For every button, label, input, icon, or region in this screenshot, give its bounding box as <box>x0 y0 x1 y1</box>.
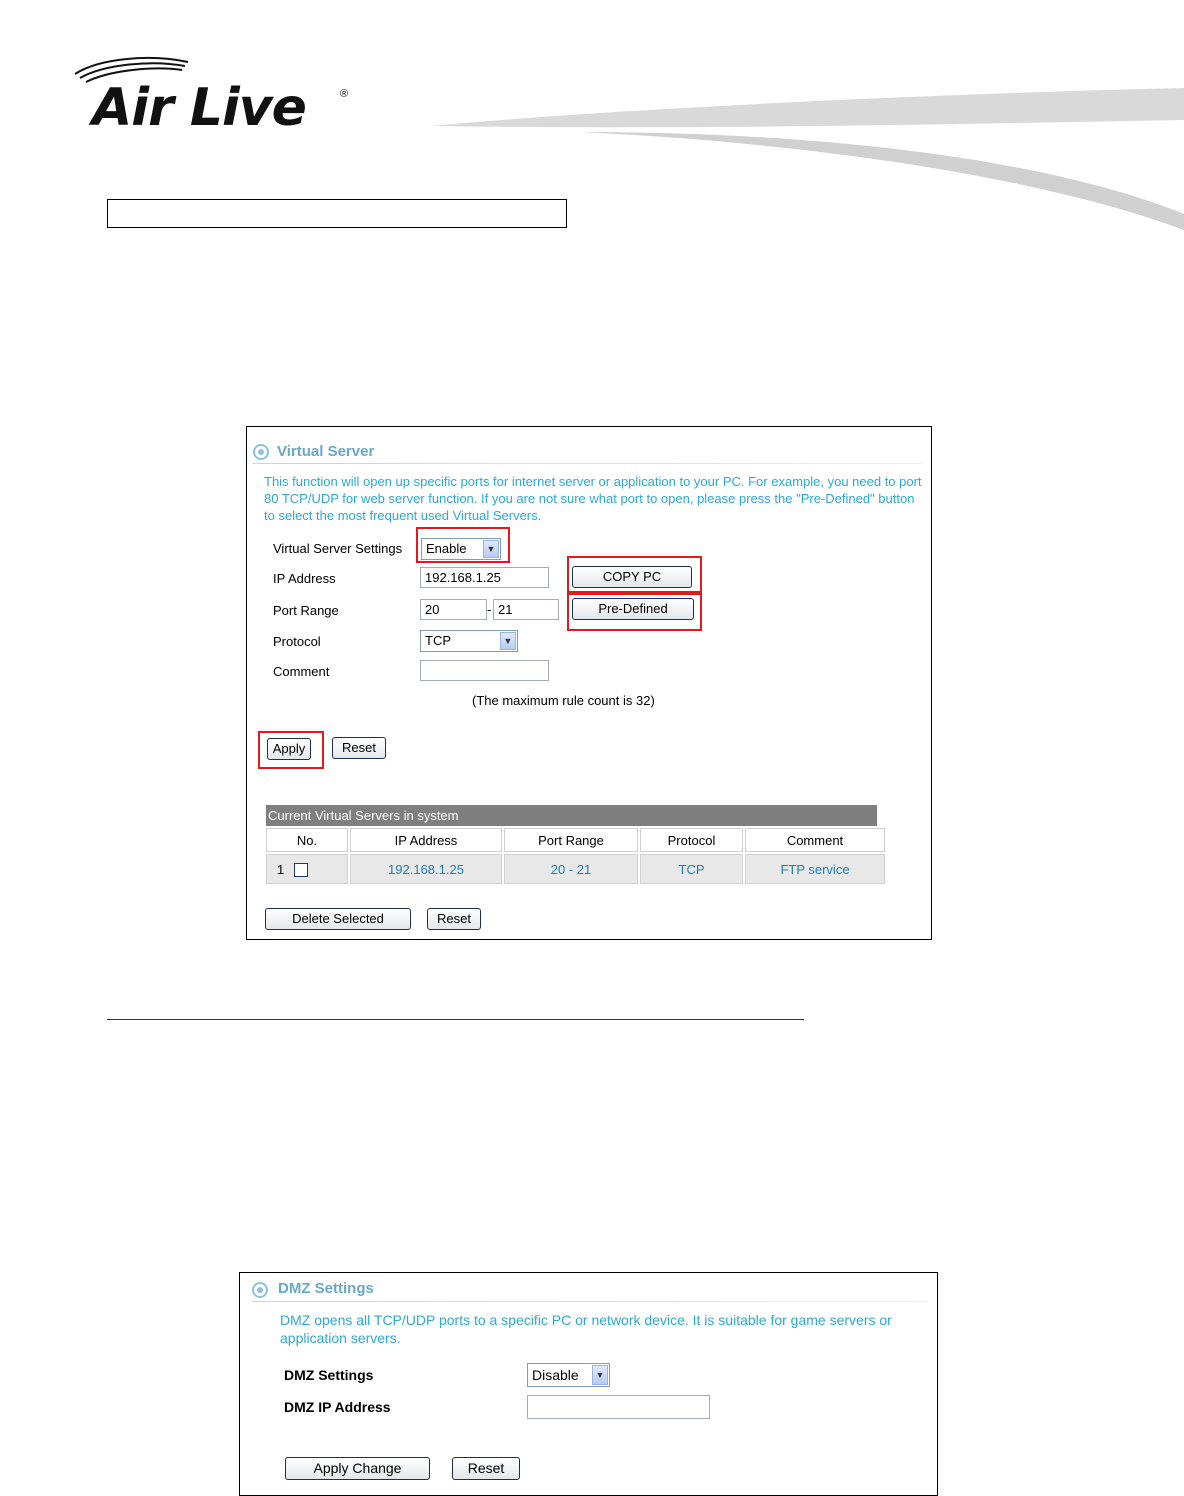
reset-button[interactable]: Reset <box>332 737 386 759</box>
port-range-label: Port Range <box>273 603 339 618</box>
title-divider <box>252 1301 928 1302</box>
port-to-input[interactable] <box>493 599 559 620</box>
highlight-box-pre-defined <box>567 593 702 631</box>
virtual-server-title: Virtual Server <box>277 443 375 460</box>
delete-selected-button[interactable]: Delete Selected <box>265 908 411 930</box>
dmz-settings-label: DMZ Settings <box>284 1367 374 1383</box>
column-header-protocol: Protocol <box>640 828 743 852</box>
dmz-title: DMZ Settings <box>278 1280 374 1297</box>
highlight-box-copy-pc <box>567 556 702 593</box>
dmz-settings-select[interactable]: Disable ▼ <box>527 1363 610 1387</box>
ip-address-input[interactable] <box>420 567 549 588</box>
virtual-servers-table: Current Virtual Servers in system No. IP… <box>266 805 885 884</box>
section-bullet-icon <box>253 444 269 460</box>
link-underline <box>107 1019 804 1020</box>
column-header-no: No. <box>266 828 348 852</box>
table-caption: Current Virtual Servers in system <box>266 805 877 826</box>
table-cell-no: 1 <box>266 854 348 884</box>
registered-mark: ® <box>340 88 349 100</box>
highlight-box-apply <box>258 731 324 769</box>
dmz-panel: DMZ Settings DMZ opens all TCP/UDP ports… <box>239 1272 938 1496</box>
highlight-box-settings <box>416 527 510 563</box>
title-divider <box>253 463 923 464</box>
table-cell-ip: 192.168.1.25 <box>350 854 502 884</box>
airlive-logo: Air Live ® <box>70 52 370 142</box>
chevron-down-icon: ▼ <box>500 632 516 650</box>
protocol-value: TCP <box>425 633 451 648</box>
comment-label: Comment <box>273 664 330 679</box>
dmz-reset-button[interactable]: Reset <box>452 1457 520 1480</box>
dmz-description: DMZ opens all TCP/UDP ports to a specifi… <box>280 1312 892 1346</box>
comment-input[interactable] <box>420 660 549 681</box>
protocol-label: Protocol <box>273 634 321 649</box>
table-cell-protocol: TCP <box>640 854 743 884</box>
dmz-settings-value: Disable <box>532 1367 579 1383</box>
table-cell-range: 20 - 21 <box>504 854 638 884</box>
port-from-input[interactable] <box>420 599 487 620</box>
column-header-ip: IP Address <box>350 828 502 852</box>
max-rule-note: (The maximum rule count is 32) <box>472 693 655 708</box>
virtual-server-description: This function will open up specific port… <box>264 474 922 523</box>
section-bullet-icon <box>252 1282 268 1298</box>
table-cell-comment: FTP service <box>745 854 885 884</box>
port-range-separator: - <box>487 602 492 617</box>
row-number: 1 <box>277 862 285 877</box>
row-select-checkbox[interactable] <box>294 862 309 877</box>
vs-settings-label: Virtual Server Settings <box>273 541 403 556</box>
dmz-ip-label: DMZ IP Address <box>284 1399 391 1415</box>
apply-change-button[interactable]: Apply Change <box>285 1457 430 1480</box>
virtual-server-panel: Virtual Server This function will open u… <box>246 426 932 940</box>
chevron-down-icon: ▼ <box>592 1365 608 1385</box>
table-reset-button[interactable]: Reset <box>427 908 481 930</box>
protocol-select[interactable]: TCP ▼ <box>420 630 518 652</box>
column-header-comment: Comment <box>745 828 885 852</box>
column-header-range: Port Range <box>504 828 638 852</box>
dmz-ip-input[interactable] <box>527 1395 710 1419</box>
ip-address-label: IP Address <box>273 571 336 586</box>
heading-outline-box <box>107 199 567 228</box>
logo-text: Air Live <box>92 78 307 138</box>
